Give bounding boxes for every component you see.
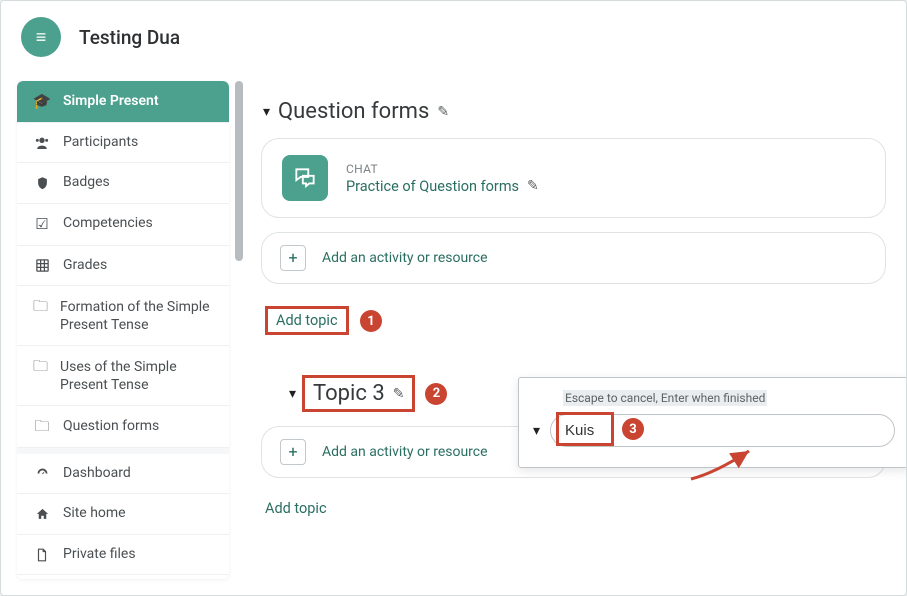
section-title-text: Topic 3 xyxy=(313,381,385,406)
activity-card-chat[interactable]: CHAT Practice of Question forms ✎ xyxy=(261,138,886,218)
sidebar-item-site-home[interactable]: Site home xyxy=(17,494,229,535)
scrollbar-thumb[interactable] xyxy=(235,81,243,261)
section-header-question-forms[interactable]: ▾ Question forms ✎ xyxy=(263,99,886,124)
sidebar-item-label: Badges xyxy=(63,174,110,192)
add-topic-link[interactable]: Add topic xyxy=(265,500,327,517)
sidebar-item-dashboard[interactable]: Dashboard xyxy=(17,454,229,495)
shield-icon xyxy=(33,176,51,191)
section-title-topic3[interactable]: Topic 3 ✎ xyxy=(302,375,415,412)
sidebar-item-simple-present[interactable]: 🎓 Simple Present xyxy=(17,81,229,123)
sidebar-item-competencies[interactable]: ☑ Competencies xyxy=(17,204,229,246)
sidebar-item-question-forms[interactable]: Question forms xyxy=(17,406,229,448)
annotation-marker-2: 2 xyxy=(425,383,447,405)
sidebar-item-badges[interactable]: Badges xyxy=(17,163,229,204)
sidebar-item-label: Competencies xyxy=(63,215,153,233)
sidebar-item-label: Private files xyxy=(63,546,136,564)
sidebar-item-label: Formation of the Simple Present Tense xyxy=(60,297,213,334)
pencil-icon[interactable]: ✎ xyxy=(527,178,539,194)
file-icon xyxy=(33,548,51,562)
plus-icon: + xyxy=(280,245,306,271)
sidebar-item-label: Grades xyxy=(63,257,107,275)
hamburger-icon: ≡ xyxy=(36,27,47,48)
topic-name-input[interactable] xyxy=(550,414,895,447)
sidebar-item-label: Dashboard xyxy=(63,465,131,483)
annotation-marker-3: 3 xyxy=(622,418,644,440)
chevron-down-icon[interactable]: ▾ xyxy=(263,104,270,120)
main-content: ▾ Question forms ✎ CHAT Practice of Ques… xyxy=(247,73,898,587)
activity-text: CHAT Practice of Question forms ✎ xyxy=(346,162,539,195)
folder-icon xyxy=(33,357,48,376)
users-icon xyxy=(33,135,51,151)
add-activity-label: Add an activity or resource xyxy=(322,444,488,460)
app-window: ≡ Testing Dua 🎓 Simple Present Participa… xyxy=(0,0,907,596)
chevron-down-icon[interactable]: ▾ xyxy=(533,423,540,439)
sidebar: 🎓 Simple Present Participants Badges xyxy=(17,81,229,579)
topbar: ≡ Testing Dua xyxy=(1,1,906,73)
pencil-icon[interactable]: ✎ xyxy=(393,386,405,402)
section-title: Question forms xyxy=(278,99,429,124)
page-title: Testing Dua xyxy=(79,26,180,49)
sidebar-item-label: Simple Present xyxy=(63,93,159,111)
sidebar-item-grades[interactable]: Grades xyxy=(17,246,229,287)
gauge-icon xyxy=(33,466,51,481)
sidebar-item-private-files[interactable]: Private files xyxy=(17,535,229,576)
sidebar-item-formation[interactable]: Formation of the Simple Present Tense xyxy=(17,286,229,346)
sidebar-item-uses[interactable]: Uses of the Simple Present Tense xyxy=(17,346,229,406)
plus-icon: + xyxy=(280,439,306,465)
chat-icon xyxy=(282,155,328,201)
home-icon xyxy=(33,507,51,522)
add-activity-button[interactable]: + Add an activity or resource xyxy=(261,232,886,284)
activity-title: Practice of Question forms ✎ xyxy=(346,178,539,195)
add-topic-link[interactable]: Add topic xyxy=(265,306,349,335)
topic-rename-panel: Escape to cancel, Enter when finished ▾ … xyxy=(518,377,906,468)
hamburger-menu-button[interactable]: ≡ xyxy=(21,17,61,57)
activity-type-label: CHAT xyxy=(346,162,539,176)
activity-title-text[interactable]: Practice of Question forms xyxy=(346,178,519,195)
sidebar-item-label: Uses of the Simple Present Tense xyxy=(60,357,213,394)
sidebar-item-participants[interactable]: Participants xyxy=(17,123,229,164)
folder-icon xyxy=(33,297,48,316)
folder-icon xyxy=(33,417,51,436)
sidebar-scrollbar[interactable] xyxy=(235,81,243,579)
grid-icon xyxy=(33,258,51,273)
add-topic-row: Add topic 1 xyxy=(261,304,886,353)
sidebar-item-label: Question forms xyxy=(63,418,159,436)
sidebar-item-label: Site home xyxy=(63,505,126,523)
pencil-icon[interactable]: ✎ xyxy=(437,104,449,120)
body: 🎓 Simple Present Participants Badges xyxy=(1,73,906,595)
sidebar-wrap: 🎓 Simple Present Participants Badges xyxy=(9,73,247,587)
graduation-cap-icon: 🎓 xyxy=(33,92,51,111)
check-square-icon: ☑ xyxy=(33,215,51,234)
add-activity-label: Add an activity or resource xyxy=(322,250,488,266)
rename-hint: Escape to cancel, Enter when finished xyxy=(563,390,767,406)
sidebar-item-label: Participants xyxy=(63,134,138,152)
chevron-down-icon[interactable]: ▾ xyxy=(289,386,296,402)
annotation-marker-1: 1 xyxy=(360,310,382,332)
